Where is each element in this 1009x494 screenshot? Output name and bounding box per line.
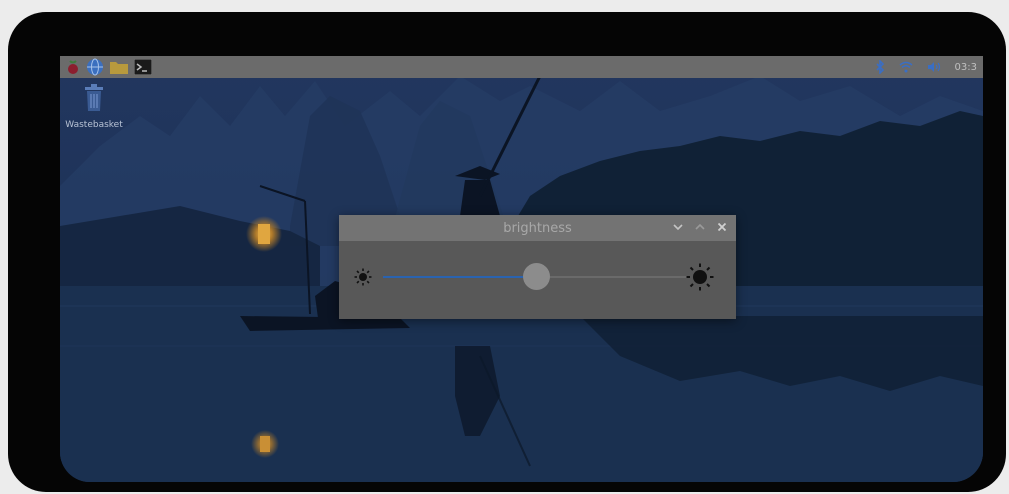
volume-icon[interactable]	[927, 61, 941, 73]
slider-knob[interactable]	[522, 263, 550, 290]
tablet-device-frame: 03:3 Wastebasket brightness	[8, 12, 1006, 492]
folder-icon[interactable]	[110, 60, 128, 74]
raspberry-menu-icon[interactable]	[66, 59, 80, 75]
close-icon[interactable]	[716, 222, 728, 235]
taskbar-launchers	[60, 56, 152, 78]
globe-icon[interactable]	[86, 58, 104, 76]
sun-small-icon	[354, 268, 372, 290]
desktop-icon-wastebasket[interactable]: Wastebasket	[65, 84, 123, 130]
maximize-icon[interactable]	[694, 223, 706, 234]
slider-fill	[383, 276, 536, 278]
window-body	[339, 241, 736, 319]
taskbar-tray: 03:3	[875, 56, 983, 78]
trash-icon	[84, 84, 104, 116]
desktop-icon-label: Wastebasket	[65, 120, 123, 130]
wifi-icon[interactable]	[899, 61, 913, 73]
window-title: brightness	[503, 220, 572, 236]
sun-large-icon	[686, 263, 714, 295]
minimize-icon[interactable]	[672, 223, 684, 234]
taskbar: 03:3	[60, 56, 983, 78]
window-controls	[672, 215, 728, 241]
terminal-icon[interactable]	[134, 59, 152, 75]
bluetooth-icon[interactable]	[875, 60, 885, 74]
window-titlebar[interactable]: brightness	[339, 215, 736, 241]
desktop-screen: 03:3 Wastebasket brightness	[60, 56, 983, 482]
brightness-window: brightness	[339, 215, 736, 319]
brightness-slider[interactable]	[383, 263, 688, 290]
taskbar-clock[interactable]: 03:3	[955, 62, 977, 73]
